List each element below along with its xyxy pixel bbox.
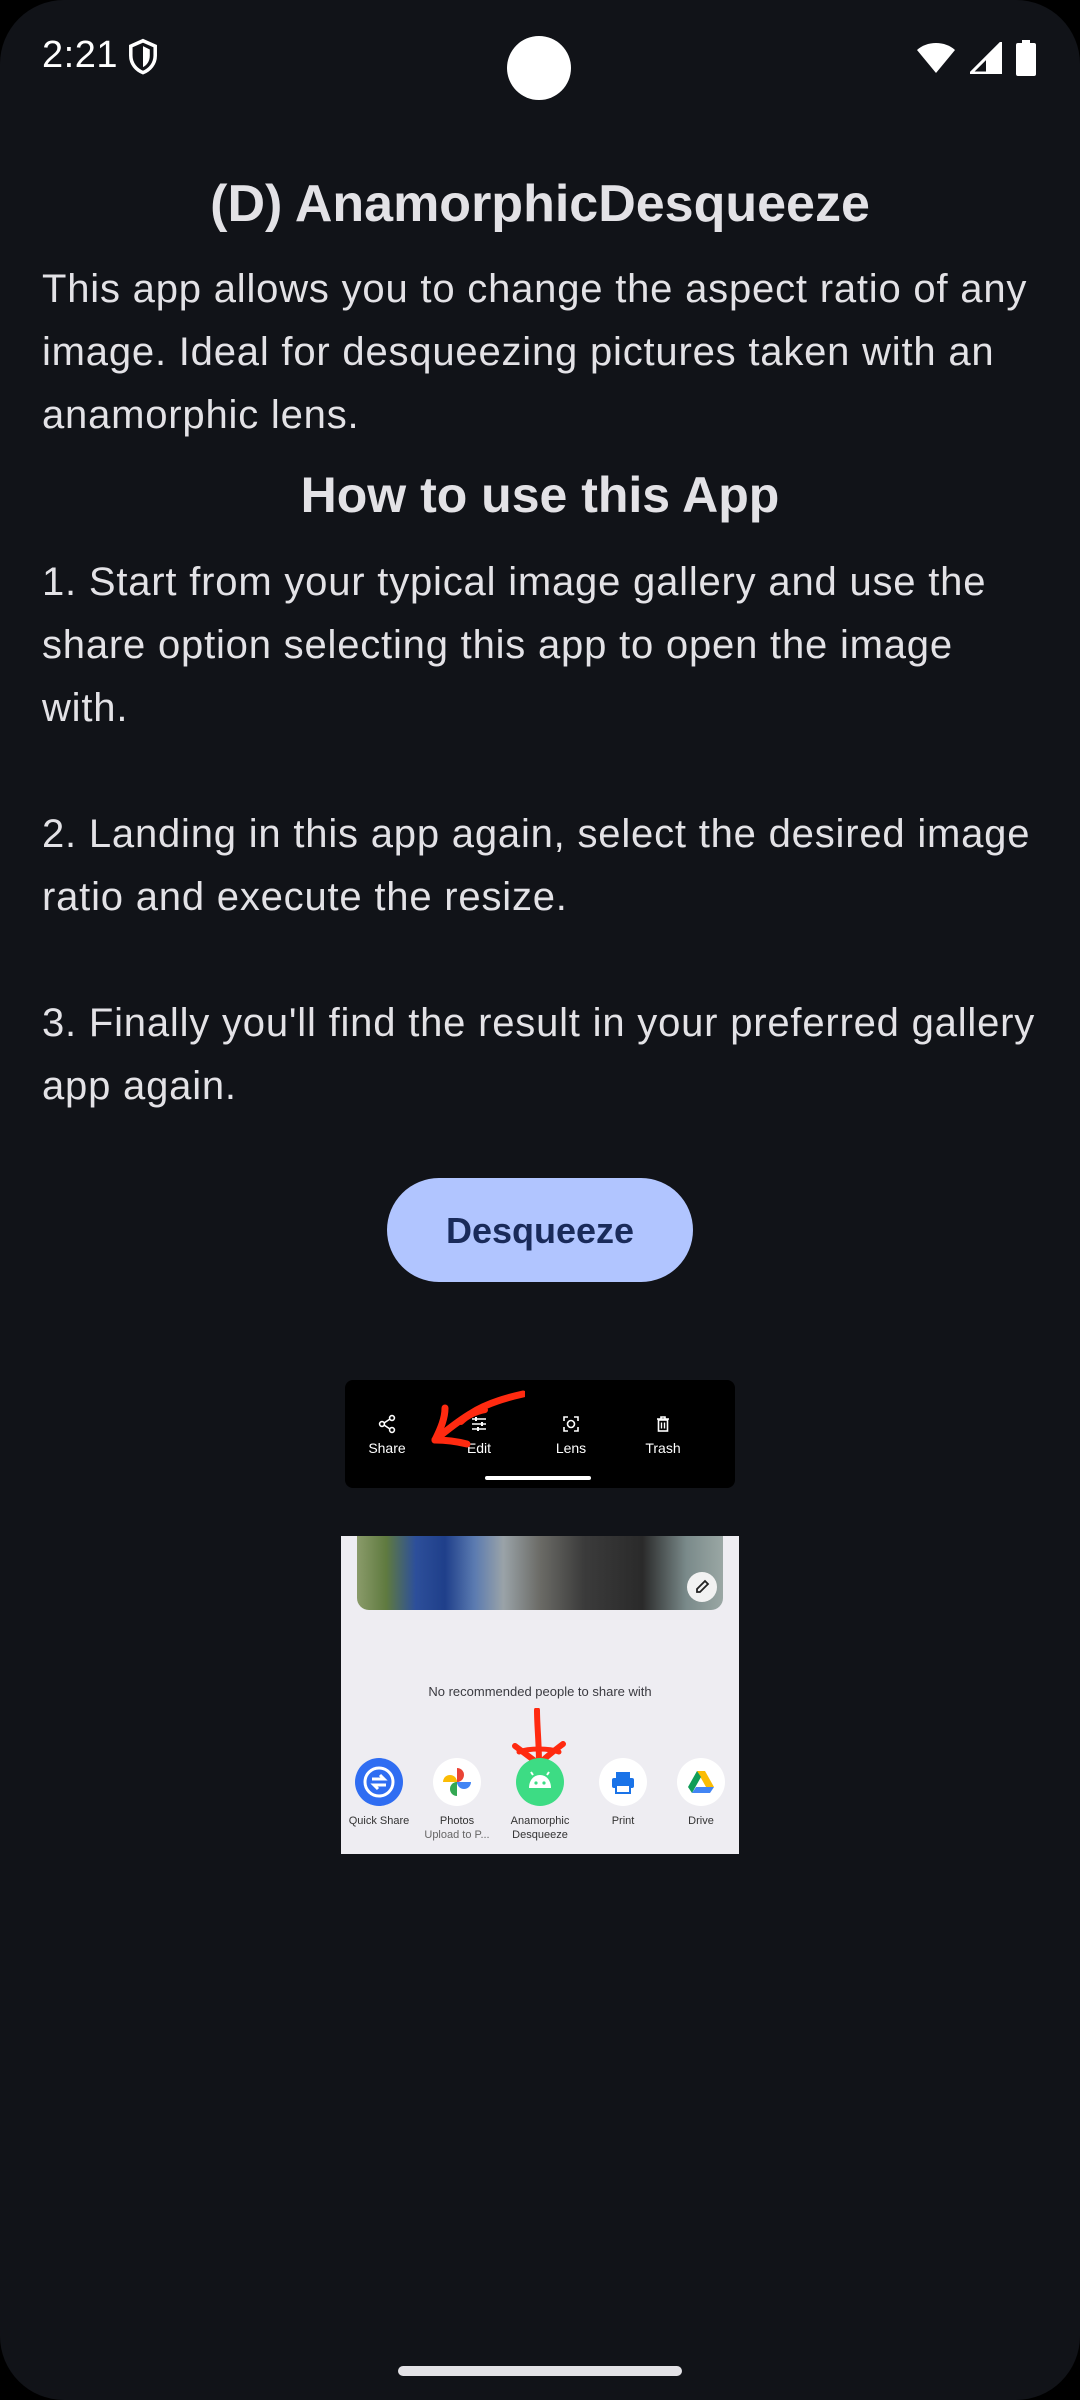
battery-icon <box>1016 40 1036 76</box>
status-bar: 2:21 <box>0 0 1080 120</box>
share-target-anamorphic-desqueeze: Anamorphic Desqueeze <box>502 1758 578 1842</box>
share-target-label: Photos <box>439 1815 475 1827</box>
share-target-label: Drive <box>688 1815 714 1827</box>
action-label: Share <box>368 1440 406 1456</box>
gesture-navigation-bar[interactable] <box>398 2366 682 2376</box>
action-lens: Lens <box>531 1414 611 1456</box>
drive-icon <box>677 1758 725 1806</box>
main-content: (D) AnamorphicDesqueeze This app allows … <box>42 150 1038 1282</box>
share-target-sublabel: Upload to P... <box>424 1829 490 1841</box>
signal-icon <box>970 42 1002 74</box>
home-pill <box>485 1476 591 1480</box>
steps-list: 1. Start from your typical image gallery… <box>42 551 1038 1118</box>
howto-title: How to use this App <box>300 467 780 523</box>
share-target-drive: Drive <box>663 1758 739 1828</box>
pencil-icon <box>687 1572 717 1602</box>
status-icons <box>916 40 1036 76</box>
share-icon <box>378 1414 396 1434</box>
share-target-label: Anamorphic <box>510 1815 570 1827</box>
action-label: Trash <box>645 1440 681 1456</box>
illustration-gallery-actions: Share Edit Lens Trash <box>345 1380 735 1488</box>
app-screen: 2:21 (D) AnamorphicDesqueeze This app al… <box>0 0 1080 2400</box>
trash-icon <box>657 1416 669 1432</box>
share-target-label: Quick Share <box>348 1815 410 1827</box>
step-2: 2. Landing in this app again, select the… <box>42 812 1031 919</box>
action-trash: Trash <box>623 1414 703 1456</box>
status-time: 2:21 <box>42 34 118 76</box>
app-title: (D) AnamorphicDesqueeze <box>210 175 870 233</box>
photos-pinwheel-icon <box>433 1758 481 1806</box>
android-icon <box>516 1758 564 1806</box>
arrow-annotation-icon <box>431 1390 525 1448</box>
no-recommendations-text: No recommended people to share with <box>428 1684 652 1699</box>
illustration-share-sheet: No recommended people to share with Quic… <box>341 1536 739 1854</box>
share-target-photos: Photos Upload to P... <box>419 1758 495 1842</box>
wifi-icon <box>917 43 955 73</box>
share-target-sublabel: Desqueeze <box>512 1829 568 1841</box>
photo-preview <box>357 1536 723 1610</box>
share-target-print: Print <box>585 1758 661 1828</box>
share-target-label: Print <box>611 1815 635 1827</box>
intro-text: This app allows you to change the aspect… <box>42 267 1028 437</box>
step-1: 1. Start from your typical image gallery… <box>42 560 987 730</box>
camera-cutout <box>507 36 571 100</box>
printer-icon <box>599 1758 647 1806</box>
action-label: Lens <box>555 1440 587 1456</box>
shield-icon <box>129 38 157 75</box>
step-3: 3. Finally you'll find the result in you… <box>42 1001 1036 1108</box>
share-target-quick-share: Quick Share <box>341 1758 417 1828</box>
lens-icon <box>563 1416 579 1432</box>
desqueeze-button[interactable]: Desqueeze <box>387 1178 693 1282</box>
quick-share-icon <box>355 1758 403 1806</box>
